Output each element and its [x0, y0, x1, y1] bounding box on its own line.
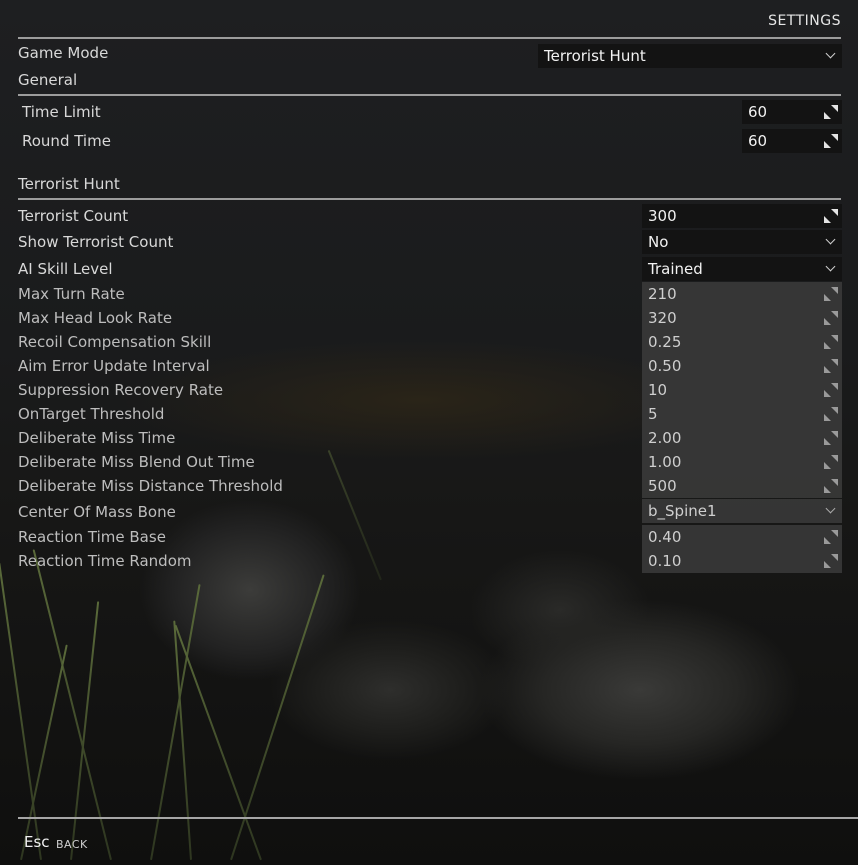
resize-arrows-icon[interactable] [824, 530, 838, 544]
reaction-time-base-value: 0.40 [648, 528, 682, 546]
center-of-mass-bone-dropdown[interactable]: b_Spine1 [642, 499, 842, 523]
terrorist-count-input[interactable]: 300 [642, 204, 842, 228]
esc-key-hint[interactable]: Esc [24, 833, 50, 851]
round-time-value: 60 [748, 132, 768, 150]
footer-divider [18, 817, 858, 819]
terrorist-count-value: 300 [648, 207, 677, 225]
resize-arrows-icon[interactable] [824, 335, 838, 349]
deliberate-miss-blend-out-time-value: 1.00 [648, 453, 682, 471]
ontarget-threshold-label: OnTarget Threshold [18, 405, 165, 423]
recoil-compensation-skill-value: 0.25 [648, 333, 682, 351]
max-head-look-rate-label: Max Head Look Rate [18, 309, 173, 327]
show-terrorist-count-dropdown[interactable]: No [642, 230, 842, 254]
deliberate-miss-blend-out-time-label: Deliberate Miss Blend Out Time [18, 453, 255, 471]
resize-arrows-icon[interactable] [824, 287, 838, 301]
resize-arrows-icon[interactable] [824, 359, 838, 373]
recoil-compensation-skill-label: Recoil Compensation Skill [18, 333, 212, 351]
resize-arrows-icon[interactable] [824, 383, 838, 397]
page-title: SETTINGS [768, 13, 841, 29]
resize-arrows-icon[interactable] [824, 105, 838, 119]
time-limit-value: 60 [748, 103, 768, 121]
reaction-time-random-label: Reaction Time Random [18, 552, 192, 570]
aim-error-update-interval-value: 0.50 [648, 357, 682, 375]
max-turn-rate-value: 210 [648, 285, 677, 303]
deliberate-miss-time-label: Deliberate Miss Time [18, 429, 176, 447]
resize-arrows-icon[interactable] [824, 554, 838, 568]
header-divider [18, 37, 841, 39]
ai-skill-level-value: Trained [648, 260, 703, 278]
resize-arrows-icon[interactable] [824, 431, 838, 445]
center-of-mass-bone-label: Center Of Mass Bone [18, 503, 176, 521]
deliberate-miss-blend-out-time-input[interactable]: 1.00 [642, 450, 842, 474]
max-head-look-rate-input[interactable]: 320 [642, 306, 842, 330]
chevron-down-icon [825, 261, 836, 272]
terrorist-hunt-divider [18, 198, 841, 200]
deliberate-miss-time-input[interactable]: 2.00 [642, 426, 842, 450]
chevron-down-icon [825, 234, 836, 245]
terrorist-hunt-heading: Terrorist Hunt [18, 175, 120, 193]
reaction-time-base-input[interactable]: 0.40 [642, 525, 842, 549]
ai-skill-level-label: AI Skill Level [18, 260, 113, 278]
time-limit-label: Time Limit [22, 103, 101, 121]
resize-arrows-icon[interactable] [824, 455, 838, 469]
max-turn-rate-label: Max Turn Rate [18, 285, 125, 303]
deliberate-miss-distance-threshold-value: 500 [648, 477, 677, 495]
resize-arrows-icon[interactable] [824, 209, 838, 223]
reaction-time-random-value: 0.10 [648, 552, 682, 570]
ontarget-threshold-value: 5 [648, 405, 658, 423]
center-of-mass-bone-value: b_Spine1 [648, 502, 717, 520]
deliberate-miss-time-value: 2.00 [648, 429, 682, 447]
recoil-compensation-skill-input[interactable]: 0.25 [642, 330, 842, 354]
aim-error-update-interval-input[interactable]: 0.50 [642, 354, 842, 378]
deliberate-miss-distance-threshold-input[interactable]: 500 [642, 474, 842, 498]
ontarget-threshold-input[interactable]: 5 [642, 402, 842, 426]
resize-arrows-icon[interactable] [824, 479, 838, 493]
back-button[interactable]: BACK [56, 838, 88, 851]
reaction-time-random-input[interactable]: 0.10 [642, 549, 842, 573]
round-time-label: Round Time [22, 132, 111, 150]
game-mode-label: Game Mode [18, 44, 109, 62]
reaction-time-base-label: Reaction Time Base [18, 528, 166, 546]
suppression-recovery-rate-input[interactable]: 10 [642, 378, 842, 402]
round-time-input[interactable]: 60 [742, 129, 842, 153]
deliberate-miss-distance-threshold-label: Deliberate Miss Distance Threshold [18, 477, 283, 495]
suppression-recovery-rate-value: 10 [648, 381, 668, 399]
max-turn-rate-input[interactable]: 210 [642, 282, 842, 306]
show-terrorist-count-value: No [648, 233, 669, 251]
max-head-look-rate-value: 320 [648, 309, 677, 327]
general-heading: General [18, 71, 78, 89]
aim-error-update-interval-label: Aim Error Update Interval [18, 357, 210, 375]
game-mode-value: Terrorist Hunt [544, 47, 646, 65]
resize-arrows-icon[interactable] [824, 407, 838, 421]
chevron-down-icon [825, 503, 836, 514]
terrorist-count-label: Terrorist Count [18, 207, 129, 225]
game-mode-dropdown[interactable]: Terrorist Hunt [538, 44, 842, 68]
time-limit-input[interactable]: 60 [742, 100, 842, 124]
ai-skill-level-dropdown[interactable]: Trained [642, 257, 842, 281]
resize-arrows-icon[interactable] [824, 311, 838, 325]
general-divider [18, 94, 841, 96]
show-terrorist-count-label: Show Terrorist Count [18, 233, 174, 251]
suppression-recovery-rate-label: Suppression Recovery Rate [18, 381, 224, 399]
chevron-down-icon [825, 48, 836, 59]
resize-arrows-icon[interactable] [824, 134, 838, 148]
